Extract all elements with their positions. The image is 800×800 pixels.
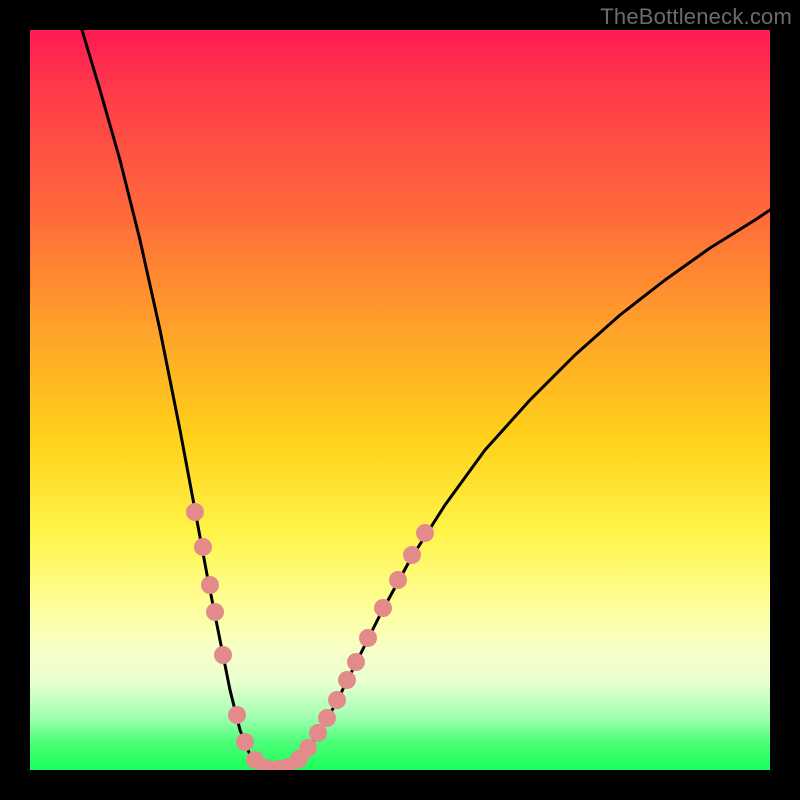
highlight-dot xyxy=(389,571,407,589)
highlight-dot xyxy=(328,691,346,709)
highlight-dot xyxy=(206,603,224,621)
highlight-dot xyxy=(359,629,377,647)
watermark-text: TheBottleneck.com xyxy=(600,4,792,30)
chart-frame: TheBottleneck.com xyxy=(0,0,800,800)
highlight-dot xyxy=(299,739,317,757)
plot-area xyxy=(30,30,770,770)
highlight-dot xyxy=(403,546,421,564)
highlight-dot xyxy=(236,733,254,751)
highlight-dot xyxy=(318,709,336,727)
bottleneck-curve-path xyxy=(82,30,770,769)
highlight-dot xyxy=(338,671,356,689)
highlight-dot xyxy=(416,524,434,542)
highlight-dot xyxy=(194,538,212,556)
highlight-dot xyxy=(214,646,232,664)
highlight-dot xyxy=(201,576,219,594)
highlight-dots xyxy=(186,503,434,770)
highlight-dot xyxy=(347,653,365,671)
highlight-dot xyxy=(186,503,204,521)
highlight-dot xyxy=(374,599,392,617)
highlight-dot xyxy=(228,706,246,724)
bottleneck-curve xyxy=(82,30,770,769)
curve-layer xyxy=(30,30,770,770)
highlight-dot xyxy=(309,724,327,742)
